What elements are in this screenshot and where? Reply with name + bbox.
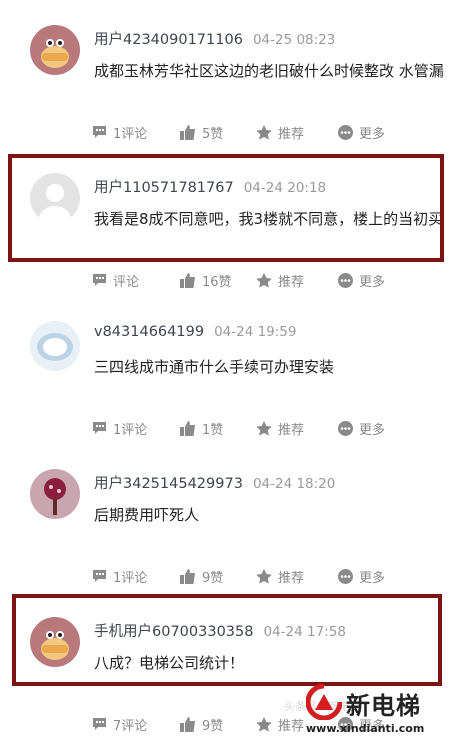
timestamp: 04-24 19:59	[214, 324, 297, 340]
comment-button[interactable]: 评论	[92, 270, 139, 290]
thumbs-up-icon	[180, 568, 195, 584]
thumbs-up-icon	[180, 420, 195, 436]
comment-count: 1评论	[113, 126, 148, 142]
more-label: 更多	[359, 126, 386, 142]
username[interactable]: 用户3425145429973	[94, 476, 243, 492]
more-button[interactable]: 更多	[338, 122, 385, 142]
highlight-box	[8, 154, 444, 262]
more-icon	[338, 124, 353, 140]
username[interactable]: v84314664199	[94, 324, 204, 340]
like-count: 16赞	[202, 274, 232, 290]
avatar[interactable]	[30, 469, 80, 519]
more-label: 更多	[359, 422, 386, 438]
timestamp: 04-24 18:20	[252, 476, 336, 492]
comment-count: 7评论	[113, 718, 148, 734]
like-button[interactable]: 1赞	[180, 418, 223, 438]
highlight-box	[12, 594, 442, 686]
watermark: 头条号 / 新电梯 新电梯 www.xindianti.com	[284, 684, 446, 742]
comment-icon	[93, 274, 106, 286]
more-button[interactable]: 更多	[338, 566, 385, 586]
comment-button[interactable]: 7评论	[92, 714, 147, 734]
comment-icon	[93, 126, 106, 138]
comment-button[interactable]: 1评论	[92, 418, 147, 438]
comment-text: 三四线成市通市什么手续可办理安装	[94, 358, 335, 376]
like-count: 9赞	[202, 718, 224, 734]
comment-header: v84314664199 04-24 19:59	[94, 324, 297, 340]
comment-text: 后期费用吓死人	[94, 506, 200, 524]
recommend-button[interactable]: 推荐	[256, 122, 304, 142]
recommend-label: 推荐	[278, 422, 305, 438]
star-icon	[256, 716, 272, 732]
like-button[interactable]: 9赞	[180, 566, 223, 586]
like-button[interactable]: 5赞	[180, 122, 223, 142]
more-icon	[338, 420, 353, 436]
more-icon	[338, 568, 353, 584]
comment-count: 评论	[113, 274, 140, 290]
avatar[interactable]	[30, 321, 80, 371]
like-count: 1赞	[202, 422, 224, 438]
comment-icon	[93, 718, 106, 730]
like-count: 9赞	[202, 570, 224, 586]
recommend-button[interactable]: 推荐	[256, 270, 304, 290]
comment-button[interactable]: 1评论	[92, 122, 147, 142]
recommend-label: 推荐	[278, 274, 305, 290]
recommend-label: 推荐	[278, 570, 305, 586]
more-button[interactable]: 更多	[338, 418, 385, 438]
recommend-button[interactable]: 推荐	[256, 566, 304, 586]
star-icon	[256, 124, 272, 140]
comment-header: 用户4234090171106 04-25 08:23	[94, 28, 335, 49]
comment-icon	[93, 570, 106, 582]
like-button[interactable]: 9赞	[180, 714, 223, 734]
recommend-label: 推荐	[278, 718, 305, 734]
recommend-label: 推荐	[278, 126, 305, 142]
star-icon	[256, 420, 272, 436]
username[interactable]: 用户4234090171106	[94, 32, 243, 48]
recommend-button[interactable]: 推荐	[256, 418, 304, 438]
watermark-title: 新电梯	[346, 692, 421, 720]
comment-count: 1评论	[113, 570, 148, 586]
comment-header: 用户3425145429973 04-24 18:20	[94, 472, 335, 493]
elevator-logo-icon	[306, 684, 342, 720]
more-icon	[338, 272, 353, 288]
comment-item: 用户3425145429973 04-24 18:20 后期费用吓死人 1评论 9…	[0, 444, 452, 592]
comment-item: 用户4234090171106 04-25 08:23 成都玉林芳华社区这边的老旧…	[0, 0, 452, 148]
thumbs-up-icon	[180, 272, 195, 288]
avatar[interactable]	[30, 25, 80, 75]
comment-button[interactable]: 1评论	[92, 566, 147, 586]
more-label: 更多	[359, 570, 386, 586]
like-button[interactable]: 16赞	[180, 270, 232, 290]
star-icon	[256, 568, 272, 584]
comment-item: v84314664199 04-24 19:59 三四线成市通市什么手续可办理安装…	[0, 296, 452, 444]
like-count: 5赞	[202, 126, 224, 142]
star-icon	[256, 272, 272, 288]
watermark-url: www.xindianti.com	[306, 722, 425, 735]
comment-count: 1评论	[113, 422, 148, 438]
recommend-button[interactable]: 推荐	[256, 714, 304, 734]
thumbs-up-icon	[180, 716, 195, 732]
timestamp: 04-25 08:23	[252, 32, 336, 48]
comment-icon	[93, 422, 106, 434]
more-label: 更多	[359, 274, 386, 290]
comment-text: 成都玉林芳华社区这边的老旧破什么时候整改 水管漏	[94, 62, 444, 80]
thumbs-up-icon	[180, 124, 195, 140]
more-button[interactable]: 更多	[338, 270, 385, 290]
